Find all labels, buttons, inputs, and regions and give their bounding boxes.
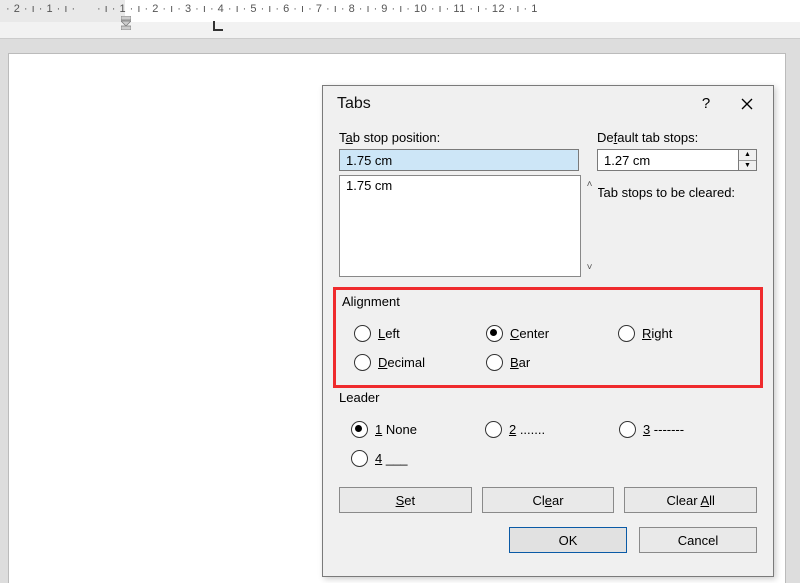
tabs-dialog: Tabs ? Tab stop position: 1.75 cm ˄ ˅ bbox=[322, 85, 774, 577]
ruler-ticks: · 2 · ı · 1 · ı · · ı · 1 · ı · 2 · ı · … bbox=[6, 3, 538, 15]
dialog-titlebar[interactable]: Tabs ? bbox=[323, 86, 773, 122]
radio-label: Decimal bbox=[378, 355, 425, 370]
leader-2-option[interactable]: 2 ....... bbox=[485, 421, 619, 438]
radio-label: Left bbox=[378, 326, 400, 341]
clear-button[interactable]: Clear bbox=[482, 487, 615, 513]
app-root: · 2 · ı · 1 · ı · · ı · 1 · ı · 2 · ı · … bbox=[0, 0, 800, 583]
radio-label: 4 ___ bbox=[375, 451, 408, 466]
scroll-down-button[interactable]: ˅ bbox=[581, 259, 598, 276]
spinner-down-button[interactable]: ▼ bbox=[739, 161, 756, 171]
radio-label: Center bbox=[510, 326, 549, 341]
set-button[interactable]: Set bbox=[339, 487, 472, 513]
dialog-title: Tabs bbox=[337, 95, 371, 113]
leader-3-option[interactable]: 3 ------- bbox=[619, 421, 753, 438]
ok-button[interactable]: OK bbox=[509, 527, 627, 553]
cancel-button[interactable]: Cancel bbox=[639, 527, 757, 553]
leader-4-option[interactable]: 4 ___ bbox=[351, 450, 485, 467]
alignment-decimal-option[interactable]: Decimal bbox=[354, 354, 486, 371]
radio-icon bbox=[618, 325, 635, 342]
alignment-highlight-box: Alignment Left Center Right bbox=[333, 287, 763, 388]
default-tab-stops-input[interactable] bbox=[597, 149, 757, 171]
tab-stop-position-label: Tab stop position: bbox=[339, 130, 587, 145]
radio-icon bbox=[354, 354, 371, 371]
radio-icon bbox=[486, 325, 503, 342]
list-item[interactable]: 1.75 cm bbox=[340, 176, 580, 195]
radio-label: 3 ------- bbox=[643, 422, 684, 437]
radio-icon bbox=[486, 354, 503, 371]
spinner-up-button[interactable]: ▲ bbox=[739, 150, 756, 161]
radio-label: Bar bbox=[510, 355, 530, 370]
alignment-bar-option[interactable]: Bar bbox=[486, 354, 618, 371]
default-tab-stops-label: Default tab stops: bbox=[597, 130, 757, 145]
radio-icon bbox=[354, 325, 371, 342]
radio-icon bbox=[485, 421, 502, 438]
clear-all-button[interactable]: Clear All bbox=[624, 487, 757, 513]
help-button[interactable]: ? bbox=[691, 92, 721, 116]
tab-stop-marker-icon[interactable] bbox=[213, 21, 223, 31]
close-button[interactable] bbox=[729, 92, 765, 116]
leader-1-option[interactable]: 1 None bbox=[351, 421, 485, 438]
dialog-body: Tab stop position: 1.75 cm ˄ ˅ Default t… bbox=[323, 122, 773, 565]
radio-label: 1 None bbox=[375, 422, 417, 437]
radio-label: Right bbox=[642, 326, 672, 341]
alignment-group: Left Center Right Decimal bbox=[342, 315, 754, 377]
tab-stop-listbox[interactable]: 1.75 cm ˄ ˅ bbox=[339, 175, 581, 277]
alignment-center-option[interactable]: Center bbox=[486, 325, 618, 342]
radio-icon bbox=[351, 421, 368, 438]
alignment-left-option[interactable]: Left bbox=[354, 325, 486, 342]
tab-stop-position-input[interactable] bbox=[339, 149, 579, 171]
leader-section-title: Leader bbox=[339, 390, 757, 405]
default-tab-stops-spinner[interactable]: ▲ ▼ bbox=[597, 149, 757, 171]
ruler-strip: · 2 · ı · 1 · ı · · ı · 1 · ı · 2 · ı · … bbox=[0, 0, 800, 39]
alignment-section-title: Alignment bbox=[342, 294, 754, 309]
leader-group: 1 None 2 ....... 3 ------- 4 ___ bbox=[339, 411, 757, 473]
indent-marker-icon[interactable] bbox=[121, 16, 131, 30]
radio-icon bbox=[351, 450, 368, 467]
close-icon bbox=[741, 98, 753, 110]
radio-icon bbox=[619, 421, 636, 438]
alignment-right-option[interactable]: Right bbox=[618, 325, 750, 342]
tab-stops-cleared-label: Tab stops to be cleared: bbox=[597, 185, 757, 200]
scroll-up-button[interactable]: ˄ bbox=[581, 176, 598, 193]
radio-label: 2 ....... bbox=[509, 422, 545, 437]
